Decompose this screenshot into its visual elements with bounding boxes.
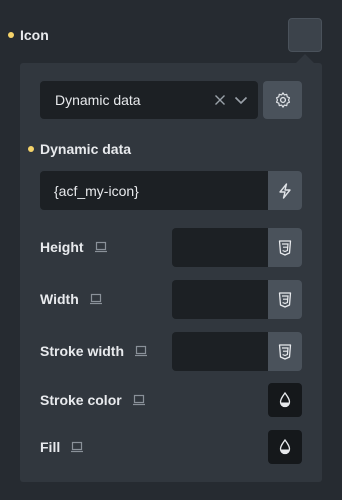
- desktop-breakpoint-icon: [135, 345, 148, 357]
- height-input[interactable]: [172, 228, 268, 267]
- clear-icon[interactable]: [214, 94, 226, 106]
- source-select-value: Dynamic data: [55, 92, 141, 108]
- indicator-dot: [8, 32, 14, 38]
- popover-notch: [296, 54, 314, 63]
- height-css-button[interactable]: [268, 228, 302, 267]
- lightning-icon: [279, 182, 291, 199]
- control-label-icon: Icon: [20, 27, 49, 43]
- stroke-width-row-label: Stroke width: [40, 343, 148, 359]
- height-label: Height: [40, 239, 84, 255]
- width-label: Width: [40, 291, 79, 307]
- fill-color-picker-button[interactable]: [268, 430, 302, 464]
- fill-row-label: Fill: [40, 439, 84, 455]
- width-input[interactable]: [172, 280, 268, 319]
- settings-button[interactable]: [263, 81, 302, 119]
- width-css-button[interactable]: [268, 280, 302, 319]
- desktop-breakpoint-icon: [94, 241, 107, 253]
- css3-icon: [278, 291, 292, 308]
- color-drop-icon: [279, 439, 291, 455]
- icon-picker-button[interactable]: [288, 18, 322, 52]
- width-row-label: Width: [40, 291, 103, 307]
- icon-popover-panel: [20, 63, 322, 482]
- desktop-breakpoint-icon: [89, 293, 102, 305]
- gear-icon: [275, 92, 290, 108]
- desktop-breakpoint-icon: [71, 441, 84, 453]
- css3-icon: [278, 343, 292, 360]
- dynamic-data-button[interactable]: [268, 171, 302, 210]
- height-row-label: Height: [40, 239, 108, 255]
- stroke-width-label: Stroke width: [40, 343, 125, 359]
- chevron-down-icon[interactable]: [234, 95, 248, 105]
- source-select[interactable]: Dynamic data: [40, 81, 258, 119]
- indicator-dot: [28, 146, 34, 152]
- dynamic-data-label: Dynamic data: [40, 141, 132, 157]
- desktop-breakpoint-icon: [132, 394, 145, 406]
- stroke-color-row-label: Stroke color: [40, 392, 146, 408]
- dynamic-data-input[interactable]: {acf_my-icon}: [40, 171, 268, 210]
- stroke-color-picker-button[interactable]: [268, 383, 302, 417]
- stroke-color-label: Stroke color: [40, 392, 122, 408]
- stroke-width-css-button[interactable]: [268, 332, 302, 371]
- fill-label: Fill: [40, 439, 61, 455]
- color-drop-icon: [279, 392, 291, 408]
- css3-icon: [278, 239, 292, 256]
- stroke-width-input[interactable]: [172, 332, 268, 371]
